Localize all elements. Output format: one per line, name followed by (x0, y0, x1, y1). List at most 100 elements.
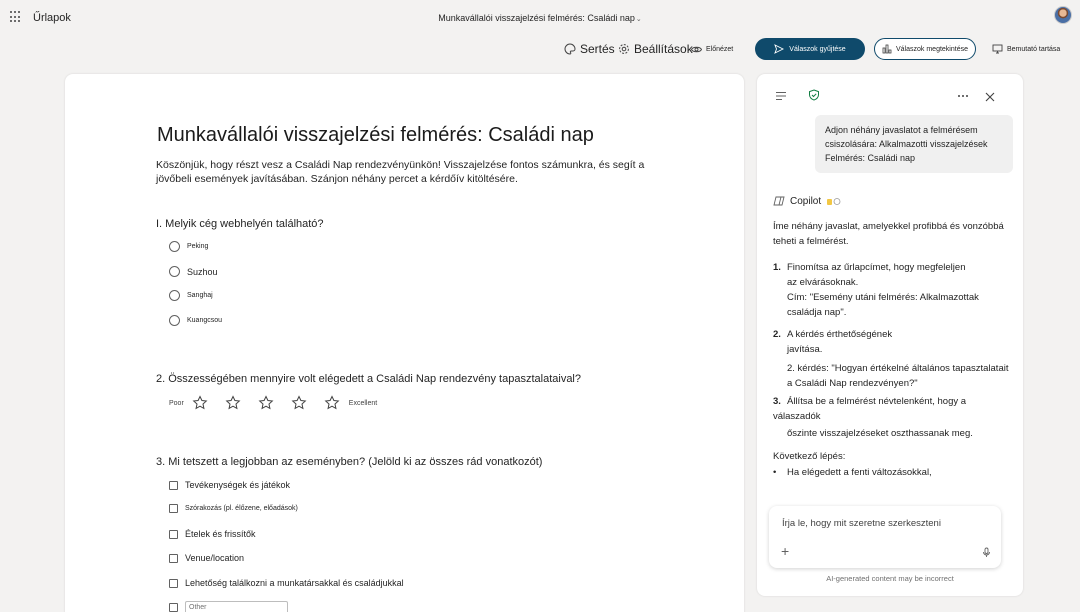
question-1-option[interactable]: Suzhou (169, 266, 218, 277)
option-label: Suzhou (187, 266, 218, 277)
collect-responses-label: Válaszok gyűjtése (789, 45, 846, 53)
star-icon[interactable] (184, 395, 217, 411)
suggestion-item: 3. Állítsa be a felmérést névtelenként, h… (773, 394, 1013, 441)
checkbox[interactable] (169, 578, 178, 588)
option-label: Lehetőség találkozni a munkatársakkal és… (185, 578, 404, 588)
copilot-header: Copilot (773, 195, 842, 207)
settings-button[interactable]: Beállítások (618, 38, 693, 60)
question-3-option[interactable]: Szórakozás (pl. élőzene, előadások) (169, 504, 298, 513)
star-icon[interactable] (217, 395, 250, 411)
question-3-title[interactable]: 3. Mi tetszett a legjobban az eseményben… (156, 456, 542, 468)
suggestion-detail: 2. kérdés: "Hogyan értékelné általános t… (787, 363, 1009, 389)
view-responses-button[interactable]: Válaszok megtekintése (874, 38, 976, 60)
scroll-fade (773, 479, 1013, 489)
suggestion-number: 2. (773, 329, 781, 340)
radio-button[interactable] (169, 315, 180, 326)
question-3-other-option[interactable]: Other (169, 601, 288, 612)
checkbox[interactable] (169, 603, 178, 612)
option-label: Ételek és frissítők (185, 529, 256, 539)
suggestion-line: őszinte visszajelzéseket oszthassanak me… (787, 428, 973, 439)
preview-label: Előnézet (706, 45, 734, 53)
option-label: Venue/location (185, 553, 245, 563)
chevron-down-icon: ⌄ (635, 16, 642, 23)
suggestion-item: 1. Finomítsa az űrlapcímet, hogy megfelel… (773, 260, 1013, 320)
present-button[interactable]: Bemutató tartása (992, 38, 1060, 60)
question-2-title[interactable]: 2. Összességében mennyire volt elégedett… (156, 373, 581, 385)
more-options-icon[interactable] (957, 88, 969, 106)
star-icon[interactable] (316, 395, 349, 411)
option-label: Szórakozás (pl. élőzene, előadások) (185, 505, 298, 512)
suggestion-item: 2. A kérdés érthetőségének javítása. 2. k… (773, 327, 1013, 391)
form-description[interactable]: Köszönjük, hogy részt vesz a Családi Nap… (156, 158, 666, 186)
radio-button[interactable] (169, 290, 180, 301)
collect-responses-button[interactable]: Válaszok gyűjtése (755, 38, 865, 60)
microphone-icon[interactable] (982, 545, 991, 563)
gear-icon (619, 44, 629, 54)
suggestion-line: A kérdés érthetőségének (787, 329, 893, 340)
form-toolbar: Sertés Beállítások Előnézet Válaszok gyű… (0, 38, 1080, 62)
next-step-bullet: • Ha elégedett a fenti változásokkal, (773, 467, 932, 478)
option-label: Kuangcsou (187, 317, 223, 324)
ai-disclaimer: AI-generated content may be incorrect (826, 574, 954, 583)
next-step-text: Ha elégedett a fenti változásokkal, (787, 467, 932, 478)
document-title-text: Munkavállalói visszajelzési felmérés: Cs… (438, 13, 635, 23)
question-1-option[interactable]: Kuangcsou (169, 315, 222, 326)
eye-icon (691, 46, 702, 52)
suggestion-line: az elvárásoknak. (787, 277, 859, 288)
option-label: Sanghaj (187, 292, 213, 299)
suggestion-line: Finomítsa az űrlapcímet, hogy megfelelje… (787, 262, 966, 273)
document-title[interactable]: Munkavállalói visszajelzési felmérés: Cs… (0, 13, 1080, 23)
chat-composer[interactable]: Írja le, hogy mit szeretne szerkeszteni … (769, 506, 1001, 568)
suggestion-number: 3. (773, 396, 781, 407)
chart-icon (882, 44, 892, 54)
checkbox[interactable] (169, 553, 178, 563)
theme-button[interactable]: Sertés (564, 38, 615, 60)
chat-input[interactable]: Írja le, hogy mit szeretne szerkeszteni (782, 518, 941, 529)
form-title[interactable]: Munkavállalói visszajelzési felmérés: Cs… (157, 124, 594, 147)
copilot-name: Copilot (790, 195, 822, 207)
avatar[interactable] (1054, 6, 1072, 24)
add-icon[interactable]: + (781, 543, 789, 559)
checkbox[interactable] (169, 529, 178, 539)
question-1-option[interactable]: Sanghaj (169, 290, 213, 301)
suggestion-line: Állítsa be a felmérést névtelenként, hog… (773, 396, 967, 422)
user-message: Adjon néhány javaslatot a felmérésem csi… (815, 115, 1013, 173)
rating-high-label: Excellent (348, 399, 378, 407)
menu-icon[interactable] (775, 88, 787, 106)
close-icon[interactable] (985, 89, 995, 107)
star-icon[interactable] (250, 395, 283, 411)
view-responses-label: Válaszok megtekintése (896, 45, 968, 53)
rating-stars: Poor Excellent (169, 395, 377, 411)
question-1-title[interactable]: I. Melyik cég webhelyén található? (156, 218, 324, 230)
copilot-intro: Íme néhány javaslat, amelyekkel profibbá… (773, 221, 1004, 247)
question-3-option[interactable]: Ételek és frissítők (169, 529, 256, 539)
question-3-option[interactable]: Venue/location (169, 553, 244, 563)
next-step-heading: Következő lépés: (773, 451, 846, 462)
settings-label: Beállítások (634, 42, 693, 56)
checkbox[interactable] (169, 480, 178, 490)
preview-button[interactable]: Előnézet (691, 38, 733, 60)
checkbox[interactable] (169, 504, 178, 513)
question-3-text: Mi tetszett a legjobban az eseményben? (… (168, 456, 543, 468)
radio-button[interactable] (169, 241, 180, 252)
option-label: Tevékenységek és játékok (185, 480, 291, 490)
other-input[interactable]: Other (185, 601, 288, 612)
sensitivity-icon (827, 197, 841, 205)
star-icon[interactable] (283, 395, 316, 411)
question-1-option[interactable]: Peking (169, 241, 208, 252)
radio-button[interactable] (169, 266, 180, 277)
copilot-pane: Adjon néhány javaslatot a felmérésem csi… (757, 74, 1023, 596)
palette-icon (564, 43, 576, 55)
question-3-option[interactable]: Tevékenységek és játékok (169, 480, 290, 490)
question-3-option[interactable]: Lehetőség találkozni a munkatársakkal és… (169, 578, 404, 588)
shield-icon[interactable] (808, 88, 820, 106)
question-3-number: 3. (156, 456, 166, 468)
send-icon (774, 44, 785, 54)
present-label: Bemutató tartása (1007, 45, 1061, 53)
copilot-logo-icon (773, 196, 785, 206)
top-bar: Űrlapok Munkavállalói visszajelzési felm… (0, 0, 1080, 36)
suggestion-line: javítása. (787, 344, 823, 355)
suggestion-number: 1. (773, 262, 781, 273)
rating-low-label: Poor (169, 399, 184, 407)
form-canvas: Munkavállalói visszajelzési felmérés: Cs… (65, 74, 744, 612)
